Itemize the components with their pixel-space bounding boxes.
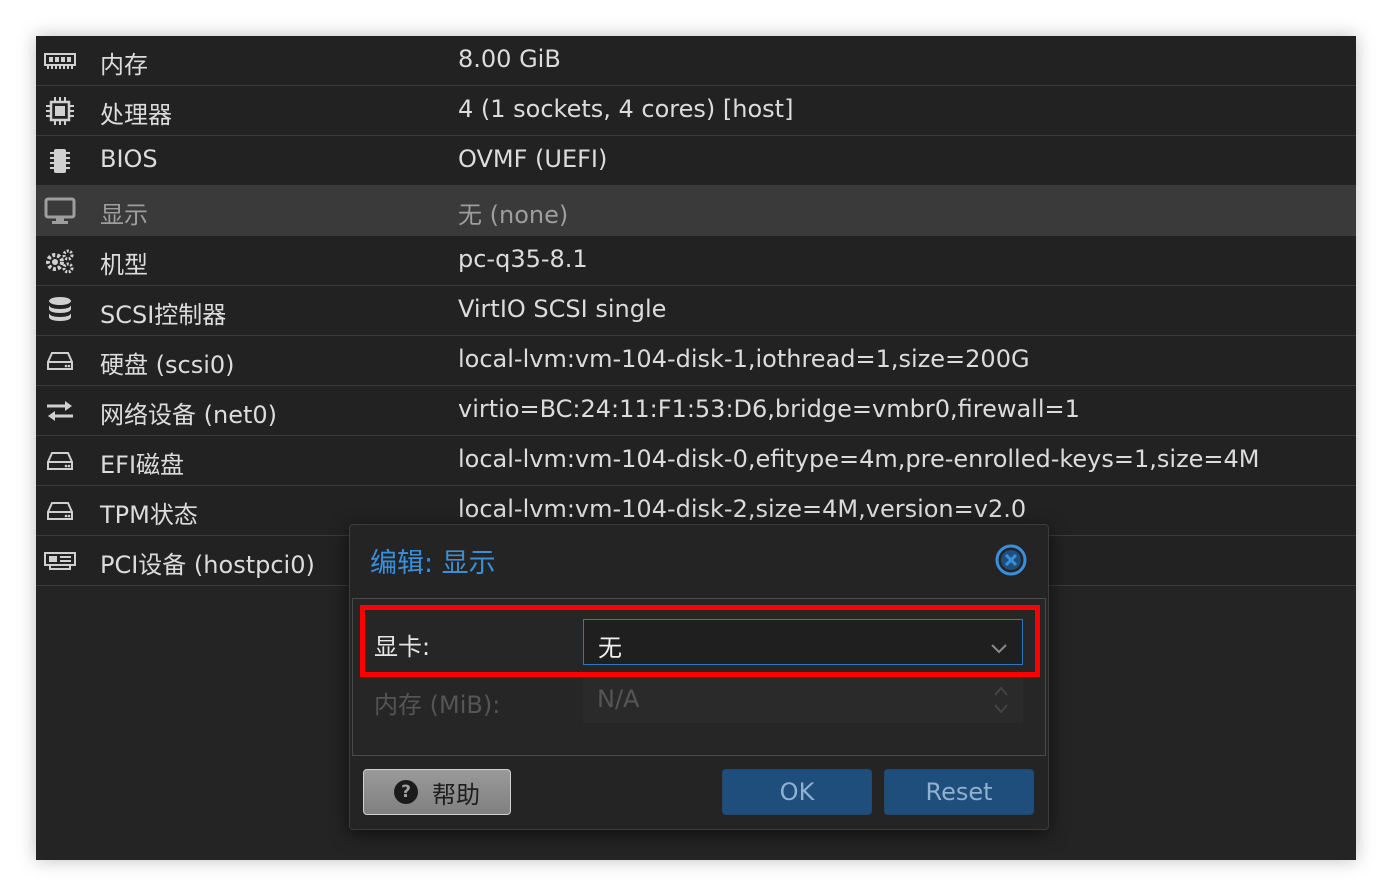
hardware-row-memory[interactable]: 内存 8.00 GiB (36, 36, 1356, 86)
row-value: 无 (none) (458, 201, 569, 229)
exchange-icon (44, 396, 76, 426)
reset-button[interactable]: Reset (884, 769, 1034, 815)
row-value: virtio=BC:24:11:F1:53:D6,bridge=vmbr0,fi… (458, 395, 1080, 423)
row-label: 网络设备 (net0) (100, 401, 278, 429)
close-icon[interactable] (995, 544, 1027, 576)
row-value: local-lvm:vm-104-disk-1,iothread=1,size=… (458, 345, 1030, 373)
row-label: EFI磁盘 (100, 451, 185, 479)
spinner-icon (993, 683, 1009, 723)
hardware-row-processor[interactable]: 处理器 4 (1 sockets, 4 cores) [host] (36, 86, 1356, 136)
gears-icon (44, 246, 76, 276)
edit-display-dialog: 编辑: 显示 显卡: 无 内存 (MiB): N/A ? 帮助 OK Reset (349, 524, 1049, 830)
pci-card-icon (44, 546, 76, 576)
monitor-icon (44, 196, 76, 226)
row-value: pc-q35-8.1 (458, 245, 588, 273)
row-value: local-lvm:vm-104-disk-2,size=4M,version=… (458, 495, 1027, 523)
row-label: 显示 (100, 201, 148, 229)
hardware-row-bios[interactable]: BIOS OVMF (UEFI) (36, 136, 1356, 186)
help-button[interactable]: ? 帮助 (363, 769, 511, 815)
row-label: 机型 (100, 251, 148, 279)
memory-mib-label: 内存 (MiB): (374, 691, 501, 719)
memory-mib-placeholder: N/A (597, 685, 640, 713)
hardware-row-network-device[interactable]: 网络设备 (net0) virtio=BC:24:11:F1:53:D6,bri… (36, 386, 1356, 436)
highlight-box (360, 605, 1040, 677)
bios-chip-icon (44, 146, 76, 176)
question-icon: ? (394, 780, 418, 804)
row-value: local-lvm:vm-104-disk-0,efitype=4m,pre-e… (458, 445, 1260, 473)
help-button-label: 帮助 (432, 780, 480, 809)
hdd-icon (44, 496, 76, 526)
hdd-icon (44, 346, 76, 376)
row-label: 硬盘 (scsi0) (100, 351, 235, 379)
row-label: 内存 (100, 51, 148, 79)
row-label: BIOS (100, 145, 158, 173)
hardware-row-hard-disk[interactable]: 硬盘 (scsi0) local-lvm:vm-104-disk-1,iothr… (36, 336, 1356, 386)
database-icon (44, 296, 76, 326)
row-value: VirtIO SCSI single (458, 295, 667, 323)
row-label: SCSI控制器 (100, 301, 227, 329)
hardware-row-machine[interactable]: 机型 pc-q35-8.1 (36, 236, 1356, 286)
dialog-title: 编辑: 显示 (370, 548, 496, 579)
memory-mib-field: N/A (583, 677, 1023, 723)
row-value: 4 (1 sockets, 4 cores) [host] (458, 95, 794, 123)
memory-icon (44, 46, 76, 76)
cpu-icon (44, 96, 76, 126)
ok-button[interactable]: OK (722, 769, 872, 815)
hardware-row-display[interactable]: 显示 无 (none) (36, 186, 1356, 236)
hardware-row-efi-disk[interactable]: EFI磁盘 local-lvm:vm-104-disk-0,efitype=4m… (36, 436, 1356, 486)
hdd-icon (44, 446, 76, 476)
row-value: 8.00 GiB (458, 45, 561, 73)
row-label: PCI设备 (hostpci0) (100, 551, 315, 579)
hardware-row-scsi-controller[interactable]: SCSI控制器 VirtIO SCSI single (36, 286, 1356, 336)
row-value: OVMF (UEFI) (458, 145, 608, 173)
row-label: TPM状态 (100, 501, 198, 529)
row-label: 处理器 (100, 101, 172, 129)
